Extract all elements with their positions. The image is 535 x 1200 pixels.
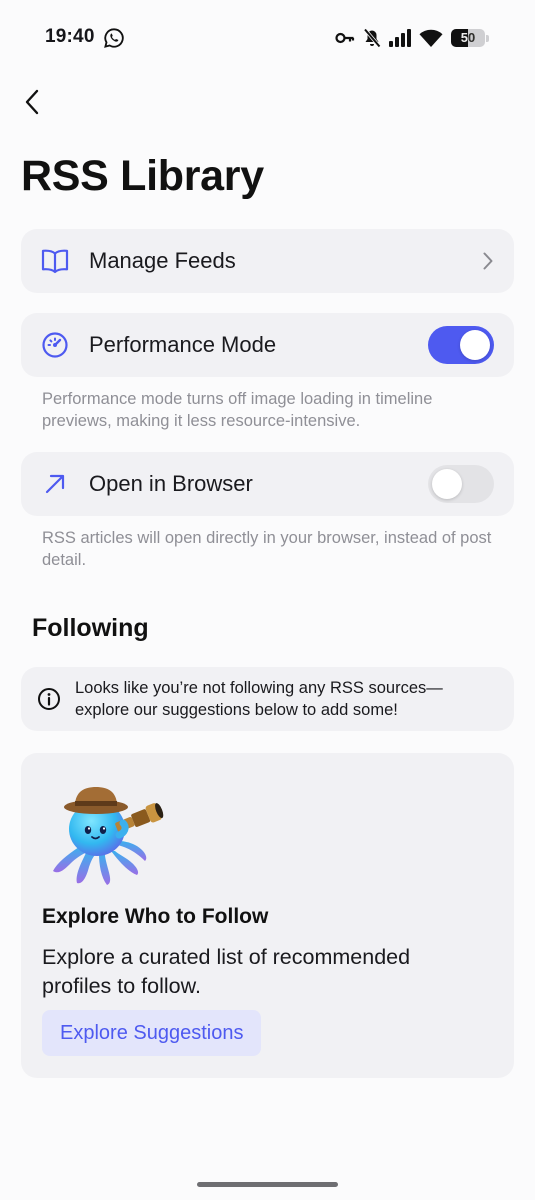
status-bar: 19:40 50 — [0, 0, 535, 76]
status-icons: 50 — [335, 27, 489, 49]
rss-library-screen: 19:40 50 RSS Library Manage Feeds Perfor… — [0, 0, 535, 1200]
open-in-browser-row: Open in Browser — [21, 452, 514, 516]
battery-icon: 50 — [451, 29, 485, 47]
explore-card: Explore Who to Follow Explore a curated … — [21, 753, 514, 1078]
book-icon — [40, 246, 70, 276]
open-in-browser-toggle[interactable] — [428, 465, 494, 503]
manage-feeds-label: Manage Feeds — [89, 248, 236, 273]
status-time: 19:40 — [45, 26, 95, 47]
info-icon — [38, 688, 60, 710]
open-in-browser-label: Open in Browser — [89, 471, 253, 496]
explore-suggestions-button[interactable]: Explore Suggestions — [42, 1010, 262, 1056]
page-title: RSS Library — [21, 152, 264, 200]
performance-mode-description: Performance mode turns off image loading… — [42, 390, 433, 430]
battery-level: 50 — [460, 30, 476, 45]
following-empty-message: Looks like you’re not following any RSS … — [75, 679, 443, 719]
battery-tip — [486, 34, 489, 42]
chevron-left-icon — [25, 89, 39, 115]
mute-icon — [363, 28, 381, 48]
open-in-browser-description: RSS articles will open directly in your … — [42, 529, 492, 569]
speedometer-icon — [40, 330, 70, 360]
performance-mode-row: Performance Mode — [21, 313, 514, 377]
arrow-up-right-icon — [40, 469, 70, 499]
back-button[interactable] — [16, 86, 48, 118]
performance-mode-label: Performance Mode — [89, 332, 277, 357]
following-empty-notice: Looks like you’re not following any RSS … — [21, 667, 514, 731]
key-icon — [335, 32, 355, 44]
toggle-knob — [460, 330, 490, 360]
toggle-knob — [432, 469, 462, 499]
octopus-explorer-mascot — [53, 787, 164, 885]
signal-icon — [389, 29, 411, 47]
wifi-icon — [419, 29, 443, 47]
home-indicator[interactable] — [197, 1182, 338, 1187]
explore-description: Explore a curated list of recommended pr… — [42, 945, 411, 998]
chevron-right-icon — [483, 252, 493, 270]
whatsapp-icon — [104, 28, 124, 48]
explore-title: Explore Who to Follow — [42, 905, 269, 928]
performance-mode-toggle[interactable] — [428, 326, 494, 364]
manage-feeds-row[interactable]: Manage Feeds — [21, 229, 514, 293]
following-section-title: Following — [32, 614, 149, 642]
